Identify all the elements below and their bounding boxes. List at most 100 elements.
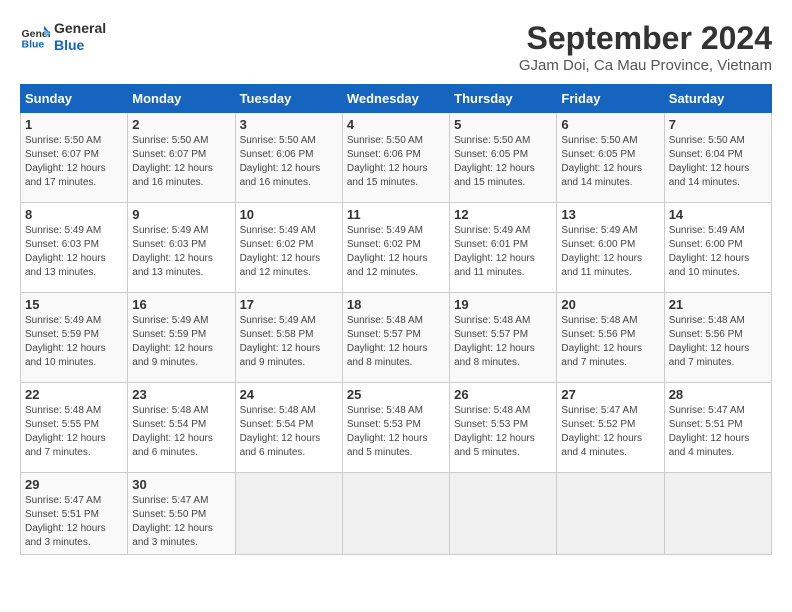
calendar-cell: 3 Sunrise: 5:50 AM Sunset: 6:06 PM Dayli… [235, 113, 342, 203]
calendar-cell: 16 Sunrise: 5:49 AM Sunset: 5:59 PM Dayl… [128, 293, 235, 383]
day-info: Sunrise: 5:48 AM Sunset: 5:57 PM Dayligh… [454, 314, 552, 370]
day-number: 22 [25, 387, 123, 402]
calendar-cell: 2 Sunrise: 5:50 AM Sunset: 6:07 PM Dayli… [128, 113, 235, 203]
month-title: September 2024 [519, 20, 772, 57]
calendar-cell: 6 Sunrise: 5:50 AM Sunset: 6:05 PM Dayli… [557, 113, 664, 203]
title-block: September 2024 GJam Doi, Ca Mau Province… [519, 20, 772, 74]
calendar-cell: 13 Sunrise: 5:49 AM Sunset: 6:00 PM Dayl… [557, 203, 664, 293]
day-of-week-header: Friday [557, 85, 664, 113]
calendar-cell: 30 Sunrise: 5:47 AM Sunset: 5:50 PM Dayl… [128, 473, 235, 555]
day-number: 2 [132, 117, 230, 132]
day-number: 29 [25, 477, 123, 492]
day-info: Sunrise: 5:48 AM Sunset: 5:57 PM Dayligh… [347, 314, 445, 370]
day-info: Sunrise: 5:49 AM Sunset: 6:02 PM Dayligh… [347, 224, 445, 280]
calendar-cell: 21 Sunrise: 5:48 AM Sunset: 5:56 PM Dayl… [664, 293, 771, 383]
day-info: Sunrise: 5:49 AM Sunset: 5:59 PM Dayligh… [132, 314, 230, 370]
location: GJam Doi, Ca Mau Province, Vietnam [519, 57, 772, 74]
logo-text-general: General [54, 20, 106, 37]
day-of-week-header: Wednesday [342, 85, 449, 113]
day-info: Sunrise: 5:47 AM Sunset: 5:50 PM Dayligh… [132, 494, 230, 550]
day-info: Sunrise: 5:49 AM Sunset: 6:00 PM Dayligh… [669, 224, 767, 280]
day-number: 13 [561, 207, 659, 222]
calendar-cell: 7 Sunrise: 5:50 AM Sunset: 6:04 PM Dayli… [664, 113, 771, 203]
day-info: Sunrise: 5:48 AM Sunset: 5:54 PM Dayligh… [240, 404, 338, 460]
calendar-cell: 28 Sunrise: 5:47 AM Sunset: 5:51 PM Dayl… [664, 383, 771, 473]
calendar-cell: 17 Sunrise: 5:49 AM Sunset: 5:58 PM Dayl… [235, 293, 342, 383]
day-info: Sunrise: 5:49 AM Sunset: 6:01 PM Dayligh… [454, 224, 552, 280]
calendar-cell [235, 473, 342, 555]
day-number: 8 [25, 207, 123, 222]
day-info: Sunrise: 5:50 AM Sunset: 6:06 PM Dayligh… [347, 134, 445, 190]
day-number: 25 [347, 387, 445, 402]
day-info: Sunrise: 5:50 AM Sunset: 6:05 PM Dayligh… [561, 134, 659, 190]
calendar-cell: 15 Sunrise: 5:49 AM Sunset: 5:59 PM Dayl… [21, 293, 128, 383]
calendar-cell [664, 473, 771, 555]
day-number: 28 [669, 387, 767, 402]
day-number: 30 [132, 477, 230, 492]
calendar-cell: 29 Sunrise: 5:47 AM Sunset: 5:51 PM Dayl… [21, 473, 128, 555]
day-info: Sunrise: 5:49 AM Sunset: 6:00 PM Dayligh… [561, 224, 659, 280]
day-of-week-header: Saturday [664, 85, 771, 113]
calendar-cell: 23 Sunrise: 5:48 AM Sunset: 5:54 PM Dayl… [128, 383, 235, 473]
day-number: 23 [132, 387, 230, 402]
day-info: Sunrise: 5:50 AM Sunset: 6:05 PM Dayligh… [454, 134, 552, 190]
day-of-week-header: Sunday [21, 85, 128, 113]
day-number: 9 [132, 207, 230, 222]
day-of-week-header: Thursday [450, 85, 557, 113]
day-number: 1 [25, 117, 123, 132]
calendar-cell: 8 Sunrise: 5:49 AM Sunset: 6:03 PM Dayli… [21, 203, 128, 293]
day-number: 14 [669, 207, 767, 222]
svg-text:Blue: Blue [22, 38, 45, 50]
day-info: Sunrise: 5:47 AM Sunset: 5:52 PM Dayligh… [561, 404, 659, 460]
day-number: 12 [454, 207, 552, 222]
day-number: 17 [240, 297, 338, 312]
calendar-cell: 20 Sunrise: 5:48 AM Sunset: 5:56 PM Dayl… [557, 293, 664, 383]
day-number: 16 [132, 297, 230, 312]
day-info: Sunrise: 5:49 AM Sunset: 5:59 PM Dayligh… [25, 314, 123, 370]
day-number: 3 [240, 117, 338, 132]
calendar-cell: 18 Sunrise: 5:48 AM Sunset: 5:57 PM Dayl… [342, 293, 449, 383]
day-of-week-header: Monday [128, 85, 235, 113]
day-number: 4 [347, 117, 445, 132]
calendar-cell: 14 Sunrise: 5:49 AM Sunset: 6:00 PM Dayl… [664, 203, 771, 293]
day-info: Sunrise: 5:49 AM Sunset: 5:58 PM Dayligh… [240, 314, 338, 370]
day-info: Sunrise: 5:48 AM Sunset: 5:53 PM Dayligh… [454, 404, 552, 460]
day-info: Sunrise: 5:49 AM Sunset: 6:02 PM Dayligh… [240, 224, 338, 280]
day-info: Sunrise: 5:48 AM Sunset: 5:54 PM Dayligh… [132, 404, 230, 460]
page-header: General Blue General Blue September 2024… [20, 20, 772, 74]
calendar-cell: 1 Sunrise: 5:50 AM Sunset: 6:07 PM Dayli… [21, 113, 128, 203]
day-number: 24 [240, 387, 338, 402]
day-number: 10 [240, 207, 338, 222]
day-number: 21 [669, 297, 767, 312]
day-number: 5 [454, 117, 552, 132]
logo-icon: General Blue [20, 22, 50, 52]
day-info: Sunrise: 5:49 AM Sunset: 6:03 PM Dayligh… [132, 224, 230, 280]
calendar-header-row: SundayMondayTuesdayWednesdayThursdayFrid… [21, 85, 772, 113]
day-info: Sunrise: 5:48 AM Sunset: 5:53 PM Dayligh… [347, 404, 445, 460]
calendar-cell: 19 Sunrise: 5:48 AM Sunset: 5:57 PM Dayl… [450, 293, 557, 383]
day-number: 20 [561, 297, 659, 312]
day-info: Sunrise: 5:47 AM Sunset: 5:51 PM Dayligh… [669, 404, 767, 460]
day-info: Sunrise: 5:48 AM Sunset: 5:55 PM Dayligh… [25, 404, 123, 460]
calendar-cell [450, 473, 557, 555]
day-info: Sunrise: 5:50 AM Sunset: 6:04 PM Dayligh… [669, 134, 767, 190]
day-number: 18 [347, 297, 445, 312]
day-info: Sunrise: 5:49 AM Sunset: 6:03 PM Dayligh… [25, 224, 123, 280]
day-info: Sunrise: 5:48 AM Sunset: 5:56 PM Dayligh… [669, 314, 767, 370]
day-number: 19 [454, 297, 552, 312]
day-info: Sunrise: 5:50 AM Sunset: 6:07 PM Dayligh… [132, 134, 230, 190]
calendar-cell: 25 Sunrise: 5:48 AM Sunset: 5:53 PM Dayl… [342, 383, 449, 473]
day-info: Sunrise: 5:47 AM Sunset: 5:51 PM Dayligh… [25, 494, 123, 550]
calendar-cell [557, 473, 664, 555]
day-number: 11 [347, 207, 445, 222]
calendar-cell: 9 Sunrise: 5:49 AM Sunset: 6:03 PM Dayli… [128, 203, 235, 293]
logo: General Blue General Blue [20, 20, 106, 54]
calendar-cell: 26 Sunrise: 5:48 AM Sunset: 5:53 PM Dayl… [450, 383, 557, 473]
calendar: SundayMondayTuesdayWednesdayThursdayFrid… [20, 84, 772, 555]
day-info: Sunrise: 5:50 AM Sunset: 6:07 PM Dayligh… [25, 134, 123, 190]
calendar-cell: 11 Sunrise: 5:49 AM Sunset: 6:02 PM Dayl… [342, 203, 449, 293]
day-of-week-header: Tuesday [235, 85, 342, 113]
calendar-cell: 22 Sunrise: 5:48 AM Sunset: 5:55 PM Dayl… [21, 383, 128, 473]
day-number: 6 [561, 117, 659, 132]
day-number: 7 [669, 117, 767, 132]
